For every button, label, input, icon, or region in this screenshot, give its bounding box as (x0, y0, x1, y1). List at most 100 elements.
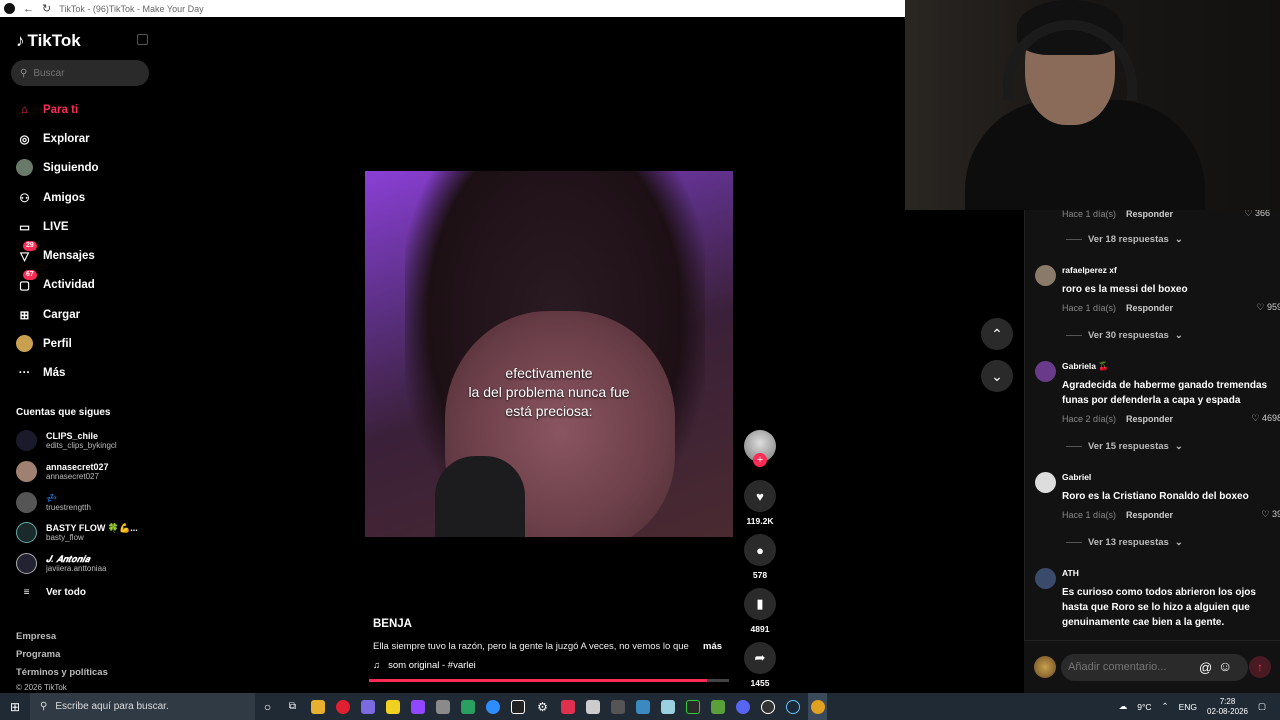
comment-username[interactable]: Gabriela 🍒 (1062, 361, 1109, 372)
obs-icon[interactable] (758, 693, 777, 720)
mention-icon[interactable]: @ (1199, 660, 1212, 675)
tiktok-logo[interactable]: ♪ TikTok (16, 31, 81, 51)
reload-icon[interactable]: ↻ (42, 2, 51, 15)
back-icon[interactable]: ← (23, 3, 34, 15)
task-view-icon[interactable]: ⧉ (283, 693, 302, 720)
comment-likes[interactable]: ♡ 366 (1244, 210, 1270, 219)
windows-start-icon[interactable]: ⊞ (0, 700, 30, 714)
video-sound[interactable]: ♫ som original - #varlei (373, 660, 476, 671)
search-input[interactable] (33, 67, 134, 79)
chrome-icon[interactable] (808, 693, 827, 720)
settings-icon[interactable]: ⚙ (533, 693, 552, 720)
see-all-link[interactable]: ≡ Ver todo (16, 587, 86, 598)
avatar[interactable] (1035, 361, 1056, 382)
avatar[interactable] (1035, 568, 1056, 589)
nav-para-ti[interactable]: ⌂ Para ti (16, 101, 78, 118)
view-replies-button[interactable]: Ver 18 respuestas ⌄ (1066, 234, 1183, 245)
avatar[interactable] (1035, 265, 1056, 286)
capcut-icon[interactable] (508, 693, 527, 720)
taskbar-search[interactable]: ⚲ Escribe aquí para buscar. (30, 693, 255, 720)
zoom-icon[interactable] (483, 693, 502, 720)
send-button[interactable]: ↑ (1249, 656, 1271, 678)
cortana-icon[interactable]: ○ (258, 693, 277, 720)
footer-empresa-link[interactable]: Empresa (16, 631, 56, 642)
nav-mas[interactable]: ··· Más (16, 364, 66, 381)
nav-siguiendo[interactable]: Siguiendo (16, 159, 99, 176)
like-button[interactable]: ♥ (744, 480, 776, 512)
app-icon[interactable] (583, 693, 602, 720)
next-video-button[interactable]: ⌄ (981, 360, 1013, 392)
more-button[interactable]: más (703, 641, 722, 652)
app-icon[interactable] (458, 693, 477, 720)
clock[interactable]: 7:28 02-08-2026 (1207, 697, 1248, 717)
reply-button[interactable]: Responder (1126, 414, 1173, 424)
following-account[interactable]: CLIPS_chile edits_clips_bykingcl (16, 430, 117, 451)
previous-video-button[interactable]: ⌃ (981, 318, 1013, 350)
copilot-icon[interactable] (358, 693, 377, 720)
view-replies-button[interactable]: Ver 15 respuestas ⌄ (1066, 441, 1183, 452)
footer-terms-link[interactable]: Términos y políticas (16, 667, 108, 678)
video-progress-bar[interactable] (369, 679, 729, 682)
comment-username[interactable]: ATH (1062, 568, 1079, 578)
search-box[interactable]: ⚲ (11, 60, 149, 86)
notifications-icon[interactable]: ▢ (1258, 701, 1266, 712)
system-tray: ☁ 9°C ⌃ ENG 7:28 02-08-2026 ▢ (1119, 693, 1280, 720)
avatar[interactable] (1035, 472, 1056, 493)
following-account[interactable]: 𝑱. 𝑨𝒏𝒕𝒐𝒏𝒊𝒂 javiiera.anttoniaa (16, 553, 106, 574)
view-replies-button[interactable]: Ver 30 respuestas ⌄ (1066, 330, 1183, 341)
comment-likes[interactable]: ♡ 4698 (1251, 413, 1280, 424)
app-icon[interactable] (633, 693, 652, 720)
following-account[interactable]: annasecret027 annasecret027 (16, 461, 109, 482)
video-actions: + ♥ 119.2K ● 578 ▮ 4891 ➦ 1455 (744, 430, 776, 696)
weather-cloud-icon[interactable]: ☁ (1119, 701, 1128, 712)
app-icon[interactable] (658, 693, 677, 720)
follow-plus-icon[interactable]: + (753, 453, 767, 467)
nav-cargar[interactable]: ⊞ Cargar (16, 306, 80, 323)
app-icon[interactable] (433, 693, 452, 720)
reply-button[interactable]: Responder (1126, 303, 1173, 313)
nav-perfil[interactable]: Perfil (16, 335, 72, 352)
share-button[interactable]: ➦ (744, 642, 776, 674)
opera-icon[interactable] (333, 693, 352, 720)
video-player[interactable]: efectivamente la del problema nunca fue … (365, 171, 733, 537)
nav-live[interactable]: ▭ LIVE (16, 218, 69, 235)
steam-icon[interactable] (783, 693, 802, 720)
comment-likes[interactable]: ♡ 39 (1261, 509, 1280, 520)
comment-likes[interactable]: ♡ 959 (1256, 302, 1280, 313)
file-explorer-icon[interactable] (308, 693, 327, 720)
comment-input[interactable] (1068, 661, 1188, 673)
nav-amigos[interactable]: ⚇ Amigos (16, 189, 85, 206)
discord-icon[interactable] (733, 693, 752, 720)
following-account[interactable]: BASTY FLOW 🍀💪... basty_flow (16, 522, 138, 543)
tab-title: TikTok - (96)TikTok - Make Your Day (59, 3, 204, 14)
chevron-up-icon[interactable]: ⌃ (1162, 701, 1169, 712)
nav-mensajes[interactable]: ▽ 29 Mensajes (16, 241, 95, 264)
video-author[interactable]: BENJA (373, 618, 412, 630)
reply-button[interactable]: Responder (1126, 510, 1173, 520)
language-indicator[interactable]: ENG (1179, 702, 1197, 712)
comment-button[interactable]: ● (744, 534, 776, 566)
comment-username[interactable]: rafaelperez xf (1062, 265, 1117, 275)
nav-actividad[interactable]: ▢ 67 Actividad (16, 270, 95, 293)
twitch-icon[interactable] (408, 693, 427, 720)
comments-panel: Hace 1 día(s) Responder ♡ 366 Ver 18 res… (1024, 210, 1280, 640)
save-button[interactable]: ▮ (744, 588, 776, 620)
app-icon[interactable] (558, 693, 577, 720)
app-icon[interactable] (683, 693, 702, 720)
following-account[interactable]: 💤 truestrengtth (16, 492, 91, 513)
minecraft-icon[interactable] (708, 693, 727, 720)
comment-username[interactable]: Gabriel (1062, 472, 1091, 482)
emoji-icon[interactable]: ☺ (1218, 658, 1232, 674)
reply-button[interactable]: Responder (1126, 210, 1173, 219)
creator-avatar[interactable]: + (744, 430, 776, 467)
nav-explorar[interactable]: ◎ Explorar (16, 130, 89, 147)
comment-meta: Hace 1 día(s) Responder ♡ 39 (1062, 509, 1280, 520)
collapse-sidebar-icon[interactable] (137, 34, 148, 45)
chevron-down-icon: ⌄ (1174, 441, 1183, 452)
app-icon[interactable] (608, 693, 627, 720)
weather-temp[interactable]: 9°C (1137, 702, 1151, 712)
sticky-notes-icon[interactable] (383, 693, 402, 720)
share-count: 1455 (750, 678, 770, 688)
footer-programa-link[interactable]: Programa (16, 649, 60, 660)
view-replies-button[interactable]: Ver 13 respuestas ⌄ (1066, 537, 1183, 548)
